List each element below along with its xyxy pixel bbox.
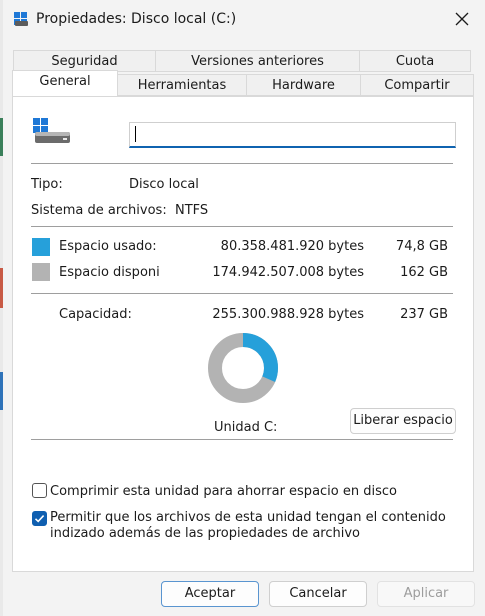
tab-hardware[interactable]: Hardware (246, 74, 361, 96)
index-checkbox[interactable] (32, 511, 47, 526)
divider (31, 226, 453, 227)
properties-dialog: Seguridad Versiones anteriores Cuota Gen… (3, 40, 485, 616)
index-label-line1: Permitir que los archivos de esta unidad… (50, 510, 446, 525)
disk-usage-donut (208, 333, 278, 403)
tab-quota[interactable]: Cuota (359, 50, 471, 72)
filesystem-label: Sistema de archivos: (31, 203, 167, 218)
capacity-label: Capacidad: (59, 307, 132, 322)
apply-button[interactable]: Aplicar (377, 581, 475, 607)
capacity-size: 237 GB (400, 307, 448, 322)
used-space-bytes: 80.358.481.920 bytes (220, 239, 364, 254)
used-space-label: Espacio usado: (59, 239, 157, 254)
check-icon (34, 515, 45, 523)
compress-checkbox[interactable] (32, 483, 47, 498)
used-space-swatch (32, 238, 50, 256)
free-space-bytes: 174.942.507.008 bytes (212, 265, 364, 280)
tab-previous-versions[interactable]: Versiones anteriores (155, 50, 360, 72)
filesystem-value: NTFS (175, 203, 209, 218)
ok-button[interactable]: Aceptar (161, 581, 259, 607)
title-bar[interactable]: Propiedades: Disco local (C:) (3, 0, 485, 40)
free-space-size: 162 GB (400, 265, 448, 280)
cancel-button[interactable]: Cancelar (269, 581, 367, 607)
tab-security[interactable]: Seguridad (13, 50, 156, 72)
divider (31, 439, 453, 440)
drive-label: Unidad C: (214, 420, 278, 435)
close-button[interactable] (445, 4, 479, 34)
close-icon (455, 12, 469, 26)
index-label-line2: indizado además de las propiedades de ar… (50, 526, 361, 541)
tab-sharing[interactable]: Compartir (360, 74, 474, 96)
type-label: Tipo: (31, 177, 63, 192)
drive-properties-icon (14, 12, 28, 26)
type-value: Disco local (129, 177, 199, 192)
local-disk-icon (33, 118, 70, 143)
free-space-label: Espacio disponi (59, 265, 160, 280)
divider (31, 293, 453, 294)
used-space-size: 74,8 GB (395, 239, 448, 254)
general-tab-panel: Tipo: Disco local Sistema de archivos: N… (12, 96, 474, 572)
capacity-bytes: 255.300.988.928 bytes (212, 307, 364, 322)
window-title: Propiedades: Disco local (C:) (36, 11, 237, 27)
compress-label: Comprimir esta unidad para ahorrar espac… (50, 484, 397, 499)
text-caret (135, 126, 136, 142)
tab-tools[interactable]: Herramientas (117, 74, 247, 96)
free-space-swatch (32, 263, 50, 281)
disk-cleanup-button[interactable]: Liberar espacio (350, 408, 456, 434)
drive-name-input[interactable] (129, 122, 456, 148)
divider (31, 163, 453, 164)
tab-general[interactable]: General (12, 70, 118, 96)
